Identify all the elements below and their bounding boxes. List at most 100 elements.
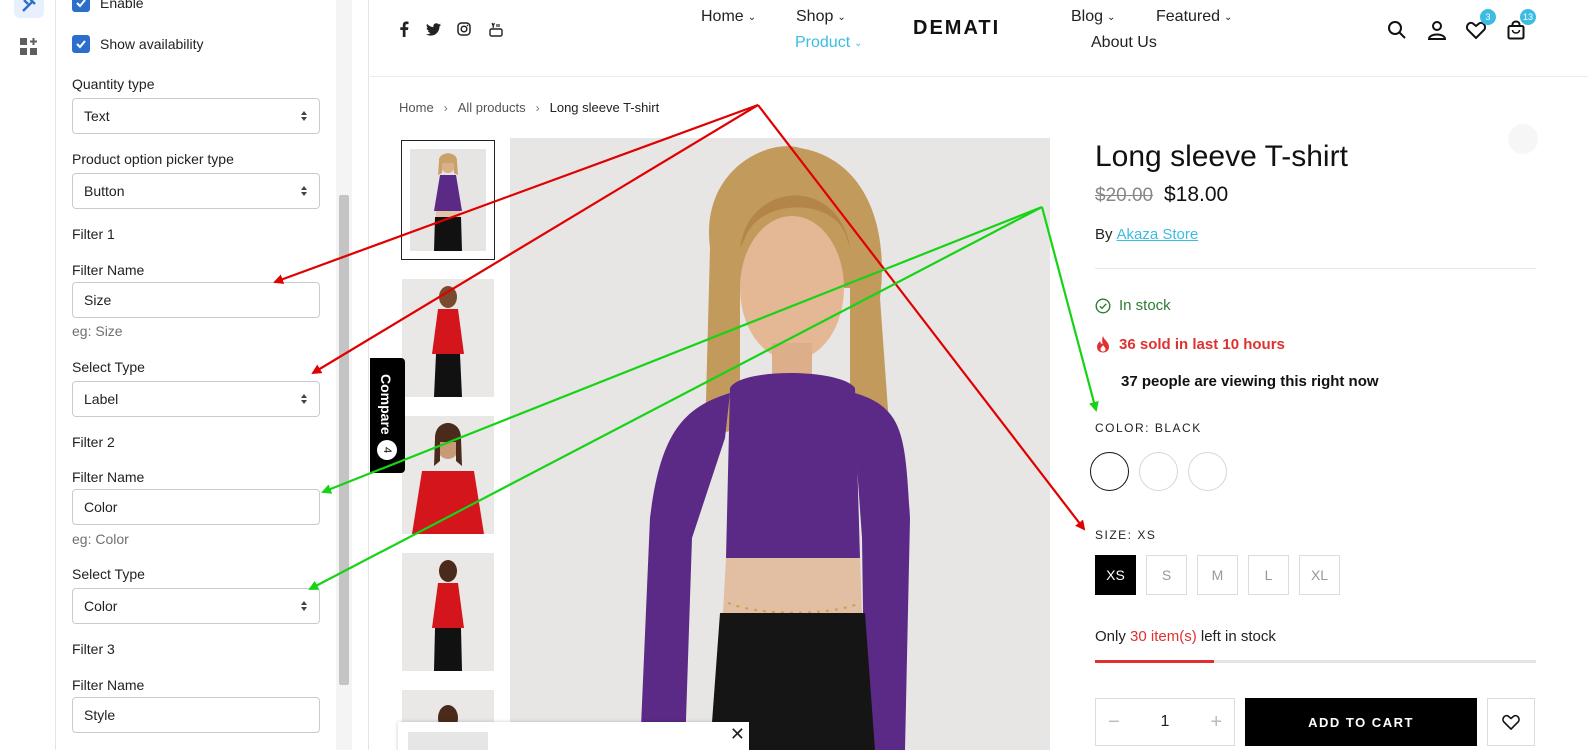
product-thumbnail[interactable] (402, 416, 494, 534)
add-to-cart-button[interactable]: ADD TO CART (1245, 698, 1477, 746)
share-icon[interactable] (1508, 124, 1538, 154)
cart-icon[interactable]: 13 (1504, 9, 1536, 42)
compare-tab[interactable]: Compare 4 (370, 358, 405, 473)
store-logo[interactable]: DEMATI (913, 17, 1000, 40)
nav-home-label: Home (701, 8, 744, 25)
color-swatch-black[interactable] (1090, 452, 1129, 491)
filter-2-name-value: Color (84, 499, 118, 515)
nav-about[interactable]: About Us (1091, 34, 1157, 52)
filter-2-name-label: Filter Name (72, 469, 145, 485)
filter-3-name-value: Style (84, 707, 116, 723)
nav-blog[interactable]: Blog ⌄ (1071, 8, 1115, 26)
product-thumbnail[interactable] (401, 140, 495, 260)
preview-divider (352, 0, 369, 750)
stock-status: In stock (1095, 297, 1171, 314)
size-button-xs[interactable]: XS (1095, 555, 1136, 595)
filter-1-type-value: Label (84, 391, 119, 407)
popup-thumbnail (408, 732, 488, 750)
color-swatch[interactable] (1139, 452, 1178, 491)
customize-icon[interactable] (14, 0, 44, 18)
apps-add-icon[interactable] (14, 34, 44, 60)
quantity-type-select[interactable]: Text (72, 98, 320, 134)
nav-product-label: Product (795, 34, 851, 51)
size-button-m[interactable]: M (1197, 555, 1238, 595)
quantity-type-label: Quantity type (72, 76, 155, 92)
twitter-icon[interactable] (424, 20, 442, 38)
panel-scrollbar[interactable] (336, 0, 352, 750)
nav-shop[interactable]: Shop ⌄ (796, 8, 846, 26)
quantity-stepper[interactable]: − 1 + (1095, 698, 1235, 746)
nav-featured[interactable]: Featured ⌄ (1156, 8, 1232, 26)
low-stock-count: 30 item(s) (1130, 628, 1197, 645)
plus-icon[interactable]: + (1210, 711, 1222, 734)
theme-settings-panel: Enable Show availability Quantity type T… (56, 0, 336, 750)
search-icon[interactable] (1385, 18, 1409, 42)
check-circle-icon (1095, 297, 1111, 314)
recent-sales-popup: ✕ (398, 722, 749, 750)
stock-progress-fill (1095, 660, 1215, 663)
nav-product[interactable]: Product ⌄ (795, 34, 863, 52)
filter-3-name-input[interactable]: Style (72, 697, 320, 733)
chevron-right-icon: › (535, 100, 540, 115)
instagram-icon[interactable] (455, 20, 473, 38)
picker-type-select[interactable]: Button (72, 173, 320, 209)
facebook-icon[interactable] (395, 20, 413, 38)
filter-1-name-input[interactable]: Size (72, 282, 320, 318)
size-button-s[interactable]: S (1146, 555, 1187, 595)
filter-3-name-label: Filter Name (72, 677, 145, 693)
store-preview: Home ⌄ Shop ⌄ Product ⌄ DEMATI Blog ⌄ Featur… (370, 0, 1588, 750)
vendor-prefix: By (1095, 226, 1113, 243)
close-icon[interactable]: ✕ (730, 724, 745, 745)
live-viewers: 37 people are viewing this right now (1121, 373, 1379, 390)
nav-home[interactable]: Home ⌄ (701, 8, 756, 26)
stock-status-label: In stock (1119, 297, 1171, 314)
filter-1-type-select[interactable]: Label (72, 381, 320, 417)
product-thumbnail[interactable] (402, 279, 494, 397)
youtube-icon[interactable] (487, 20, 505, 38)
add-to-wishlist-button[interactable] (1487, 698, 1535, 746)
checkbox-checked-icon[interactable] (72, 0, 90, 12)
scrollbar-thumb[interactable] (339, 195, 349, 685)
cart-count-badge: 13 (1520, 9, 1536, 25)
filter-2-type-label: Select Type (72, 566, 145, 582)
filter-1-hint: eg: Size (72, 323, 123, 339)
vendor-link[interactable]: Akaza Store (1117, 226, 1199, 243)
filter-1-heading: Filter 1 (72, 226, 115, 242)
filter-2-type-select[interactable]: Color (72, 588, 320, 624)
filter-1-type-label: Select Type (72, 359, 145, 375)
size-button-l[interactable]: L (1248, 555, 1289, 595)
filter-1-name-label: Filter Name (72, 262, 145, 278)
compare-label: Compare (378, 374, 394, 435)
checkbox-checked-icon[interactable] (72, 35, 90, 53)
color-swatch[interactable] (1188, 452, 1227, 491)
breadcrumb: Home › All products › Long sleeve T-shir… (399, 100, 659, 115)
select-arrows-icon (300, 393, 308, 405)
enable-checkbox-row[interactable]: Enable (72, 0, 144, 12)
wishlist-icon[interactable]: 3 (1464, 9, 1496, 42)
breadcrumb-all-products[interactable]: All products (458, 100, 526, 115)
chevron-down-icon: ⌄ (1224, 11, 1233, 23)
product-thumbnail[interactable] (402, 553, 494, 671)
minus-icon[interactable]: − (1108, 711, 1120, 734)
show-availability-checkbox-row[interactable]: Show availability (72, 35, 204, 53)
select-arrows-icon (300, 185, 308, 197)
filter-1-name-value: Size (84, 292, 112, 308)
size-button-xl[interactable]: XL (1299, 555, 1340, 595)
quantity-value[interactable]: 1 (1161, 713, 1170, 731)
compare-at-price: $20.00 (1095, 185, 1154, 206)
product-main-image[interactable] (510, 138, 1050, 750)
select-arrows-icon (300, 600, 308, 612)
app-icon-rail (0, 0, 56, 750)
breadcrumb-home[interactable]: Home (399, 100, 434, 115)
filter-2-name-input[interactable]: Color (72, 489, 320, 525)
filter-2-hint: eg: Color (72, 531, 129, 547)
chevron-down-icon: ⌄ (854, 37, 863, 49)
filter-3-heading: Filter 3 (72, 641, 115, 657)
color-option-label: COLOR: BLACK (1095, 421, 1202, 435)
quantity-type-value: Text (84, 108, 110, 124)
filter-2-heading: Filter 2 (72, 434, 115, 450)
size-option-label: SIZE: XS (1095, 528, 1157, 542)
nav-featured-label: Featured (1156, 8, 1221, 25)
low-stock-suffix: left in stock (1200, 628, 1276, 645)
account-icon[interactable] (1425, 18, 1449, 42)
